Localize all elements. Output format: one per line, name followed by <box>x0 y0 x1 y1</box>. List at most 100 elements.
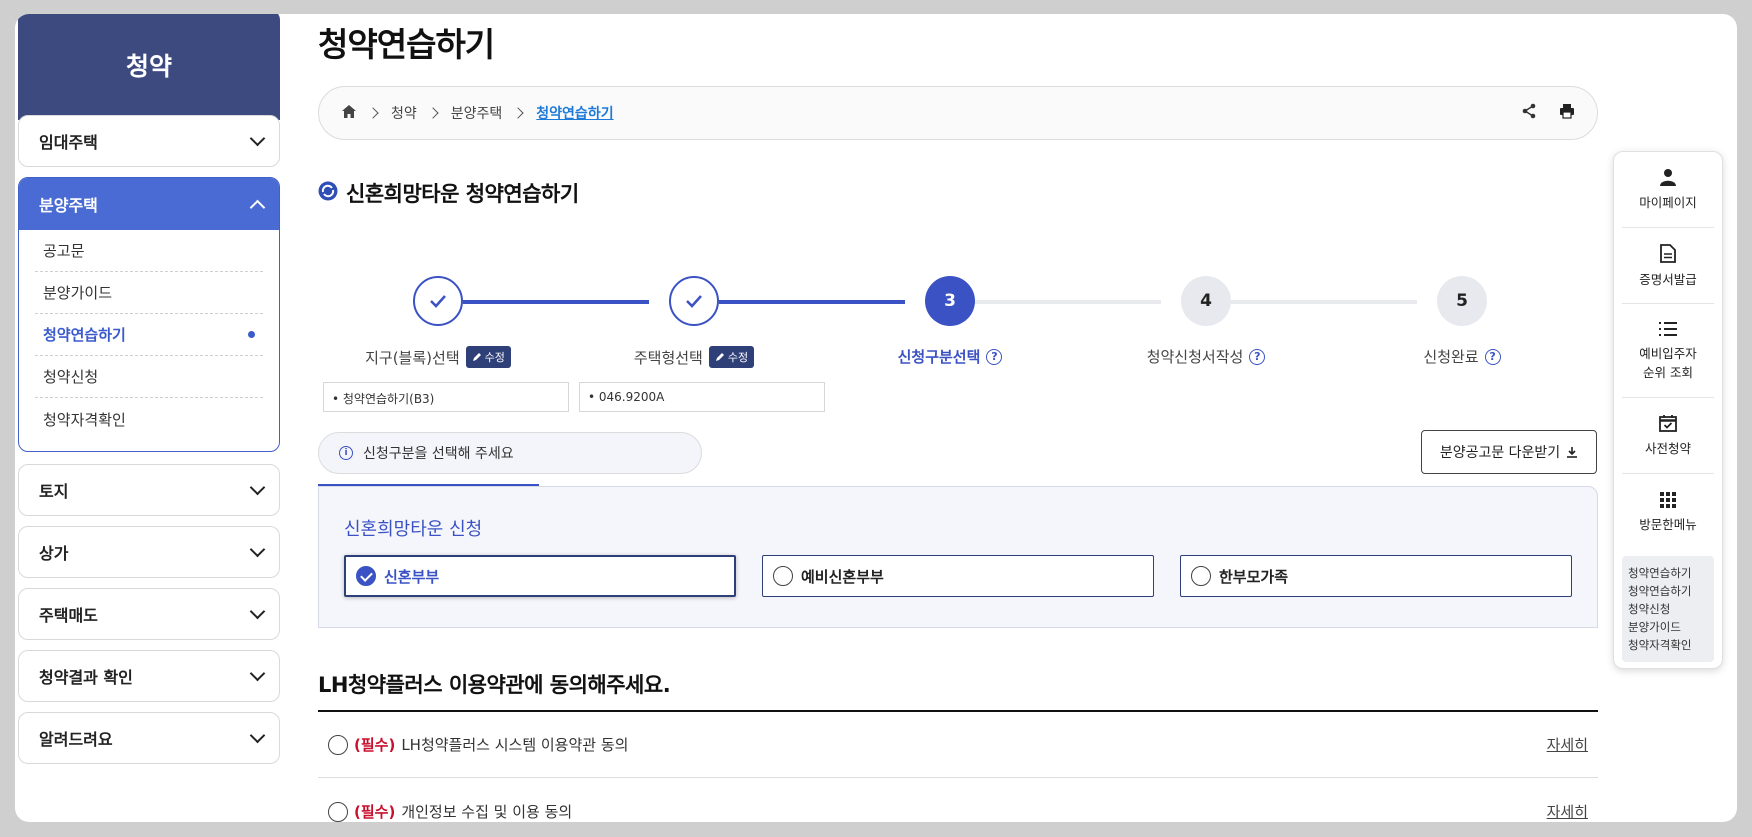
breadcrumb-item[interactable]: 분양주택 <box>451 103 503 123</box>
list-icon <box>1659 321 1677 336</box>
recent-menu-link[interactable]: 청약자격확인 <box>1628 636 1708 654</box>
submenu-item[interactable]: 청약신청 <box>35 356 263 398</box>
submenu-item[interactable]: 분양가이드 <box>35 272 263 314</box>
term-detail-link[interactable]: 자세히 <box>1547 801 1588 822</box>
quick-label: 마이페이지 <box>1639 195 1697 210</box>
submenu-label: 청약연습하기 <box>43 326 126 344</box>
submenu-item[interactable]: 공고문 <box>35 230 263 272</box>
option-pre-newlywed[interactable]: 예비신혼부부 <box>762 555 1154 597</box>
chevron-down-icon <box>249 479 266 495</box>
option-newlywed[interactable]: 신혼부부 <box>344 555 736 597</box>
option-label: 한부모가족 <box>1219 567 1289 586</box>
sidebar-item-label: 주택매도 <box>39 606 98 625</box>
step-label: 신청완료 ? <box>1342 346 1582 367</box>
recent-menu-link[interactable]: 청약연습하기 <box>1628 582 1708 600</box>
notice-text: 신청구분을 선택해 주세요 <box>363 446 514 462</box>
breadcrumb: 청약 분양주택 청약연습하기 <box>318 86 1598 140</box>
help-icon[interactable]: ? <box>1484 348 1501 365</box>
sidebar-item-sale[interactable]: 분양주택 <box>19 178 279 230</box>
print-icon[interactable] <box>1559 103 1575 123</box>
step-label-text: 주택형선택 <box>633 348 703 367</box>
breadcrumb-item[interactable]: 청약 <box>391 103 417 123</box>
recent-menu-link[interactable]: 청약신청 <box>1628 600 1708 618</box>
step-progress: 3 4 5 지구(블록)선택 수정 주택형선택 수정 신청구분선택 ? 청약신청… <box>318 264 1598 424</box>
chevron-up-icon <box>249 199 266 215</box>
chevron-down-icon <box>249 727 266 743</box>
chevron-down-icon <box>249 603 266 619</box>
help-icon[interactable]: ? <box>986 348 1003 365</box>
sidebar-item-commercial[interactable]: 상가 <box>18 526 280 578</box>
recent-menu-link[interactable]: 분양가이드 <box>1628 618 1708 636</box>
quick-visited[interactable]: 방문한메뉴 <box>1622 474 1714 550</box>
sidebar-group-sale: 분양주택 공고문 분양가이드 청약연습하기 청약신청 청약자격확인 <box>18 177 280 452</box>
submenu-item[interactable]: 청약자격확인 <box>35 398 263 440</box>
step-2-done <box>669 276 719 326</box>
step-label: 청약신청서작성 ? <box>1086 346 1326 367</box>
sidebar-item-label: 상가 <box>39 544 69 563</box>
step-label: 지구(블록)선택 수정 <box>318 346 558 368</box>
quick-pre-subscription[interactable]: 사전청약 <box>1622 398 1714 474</box>
pencil-icon <box>472 353 481 361</box>
radio-icon <box>1191 566 1211 586</box>
refresh-icon <box>318 181 338 206</box>
sidebar-item-label: 토지 <box>39 482 69 501</box>
sidebar-item-house-sale[interactable]: 주택매도 <box>18 588 280 640</box>
edit-button[interactable]: 수정 <box>465 346 511 368</box>
sidebar-item-label: 임대주택 <box>39 133 98 152</box>
page-frame: 청약 임대주택 분양주택 공고문 분양가이드 청약연습하기 청약신청 청약자격확… <box>15 14 1737 822</box>
step-label: 주택형선택 수정 <box>574 346 814 368</box>
terms-checkbox[interactable] <box>328 734 348 755</box>
required-tag: (필수) <box>354 803 396 821</box>
sidebar-item-rental[interactable]: 임대주택 <box>18 115 280 167</box>
quick-certificate[interactable]: 증명서발급 <box>1622 228 1714 304</box>
step-label-text: 지구(블록)선택 <box>365 348 460 367</box>
section-title-text: 신혼희망타운 청약연습하기 <box>346 182 579 206</box>
terms-checkbox[interactable] <box>328 801 348 822</box>
term-text: LH청약플러스 시스템 이용약관 동의 <box>401 736 629 754</box>
user-icon <box>1660 169 1676 186</box>
calendar-check-icon <box>1659 415 1677 432</box>
step-label-text: 신청구분선택 <box>897 348 981 366</box>
notice-banner: i 신청구분을 선택해 주세요 <box>318 432 702 474</box>
step-label-text: 청약신청서작성 <box>1146 348 1244 366</box>
quick-mypage[interactable]: 마이페이지 <box>1622 152 1714 228</box>
section-title: 신혼희망타운 청약연습하기 <box>318 178 579 208</box>
quick-label: 예비입주자 순위 조회 <box>1639 345 1697 380</box>
radio-icon <box>773 566 793 586</box>
term-detail-link[interactable]: 자세히 <box>1547 734 1588 755</box>
page-title: 청약연습하기 <box>318 25 495 64</box>
required-tag: (필수) <box>354 736 396 754</box>
breadcrumb-current[interactable]: 청약연습하기 <box>536 103 613 123</box>
submenu-label: 청약신청 <box>43 368 99 386</box>
chevron-right-icon <box>427 107 439 119</box>
recent-menu-list: 청약연습하기 청약연습하기 청약신청 분양가이드 청약자격확인 <box>1622 556 1714 662</box>
sidebar-item-results[interactable]: 청약결과 확인 <box>18 650 280 702</box>
sidebar-item-notices[interactable]: 알려드려요 <box>18 712 280 764</box>
step-label: 신청구분선택 ? <box>830 346 1070 367</box>
edit-button[interactable]: 수정 <box>708 346 755 368</box>
share-icon[interactable] <box>1521 103 1537 123</box>
step-label-text: 신청완료 <box>1423 348 1479 366</box>
submenu-item-active[interactable]: 청약연습하기 <box>35 314 263 356</box>
pencil-icon <box>715 353 724 361</box>
option-label: 예비신혼부부 <box>801 567 884 586</box>
quick-label: 증명서발급 <box>1639 271 1697 287</box>
help-icon[interactable]: ? <box>1249 348 1266 365</box>
home-icon[interactable] <box>341 104 357 123</box>
sidebar-item-land[interactable]: 토지 <box>18 464 280 516</box>
download-notice-button[interactable]: 분양공고문 다운받기 <box>1421 430 1597 474</box>
recent-menu-link[interactable]: 청약연습하기 <box>1628 564 1708 582</box>
apply-type-title: 신혼희망타운 신청 <box>344 519 483 540</box>
grid-icon <box>1660 491 1676 508</box>
chevron-right-icon <box>512 107 524 119</box>
document-icon <box>1660 243 1676 263</box>
quick-waitlist[interactable]: 예비입주자 순위 조회 <box>1622 304 1714 398</box>
step-connector <box>975 300 1161 304</box>
chevron-down-icon <box>249 541 266 557</box>
option-single-parent[interactable]: 한부모가족 <box>1180 555 1572 597</box>
selected-housetype-value: • 046.9200A <box>579 382 825 412</box>
submenu-label: 공고문 <box>43 242 85 260</box>
download-icon <box>1567 447 1578 458</box>
submenu-label: 분양가이드 <box>43 284 113 302</box>
quick-label: 방문한메뉴 <box>1639 516 1697 532</box>
